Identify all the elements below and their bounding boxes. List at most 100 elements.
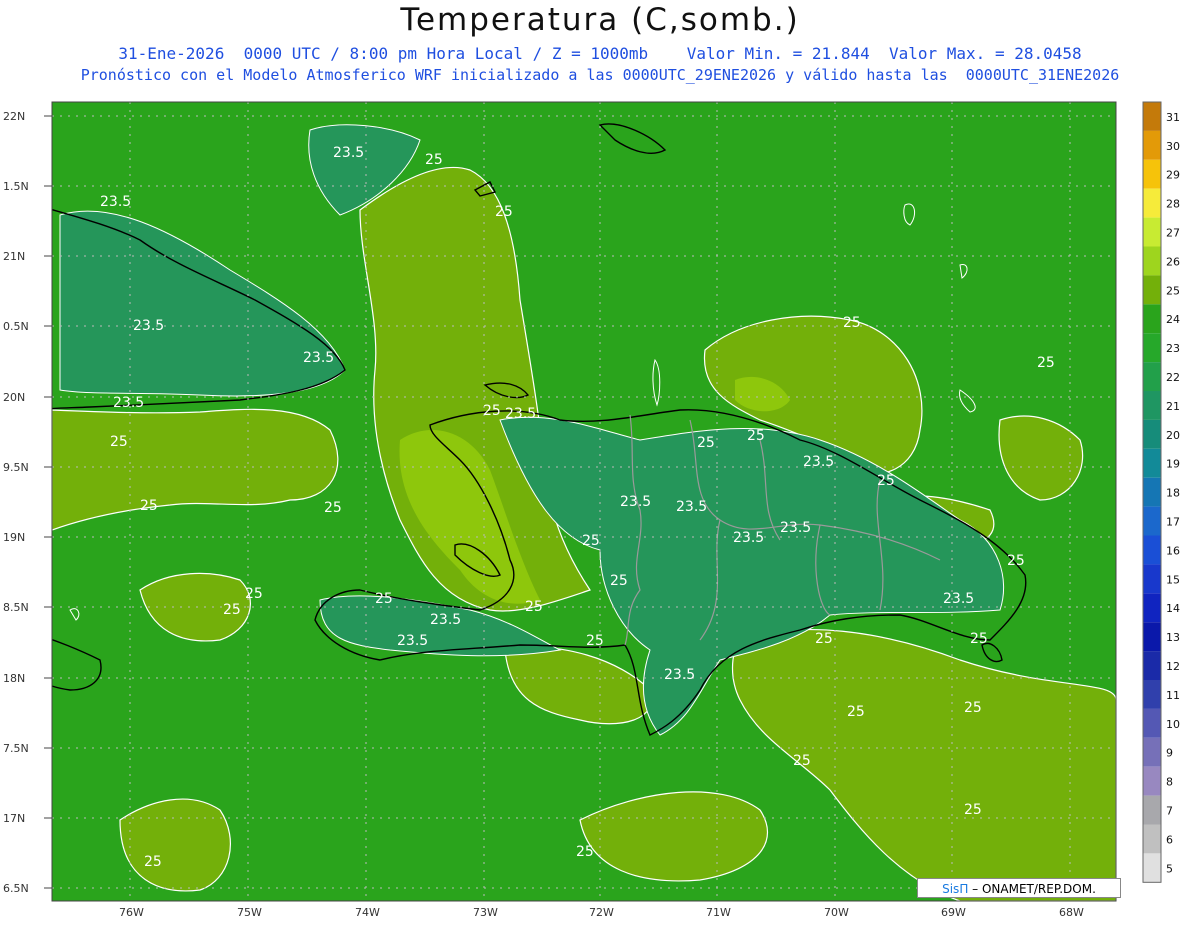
contour-label: 25 — [223, 602, 241, 618]
longitude-axis: 76W 75W 74W 73W 72W 71W 70W 69W 68W — [119, 906, 1084, 919]
colorbar-label: 17 — [1166, 516, 1180, 529]
colorbar-label: 10 — [1166, 718, 1180, 731]
colorbar-swatch — [1143, 766, 1161, 796]
contour-label: 25 — [877, 473, 895, 489]
colorbar-swatch — [1143, 159, 1161, 189]
contour-label: 25 — [483, 403, 501, 419]
colorbar-label: 27 — [1166, 227, 1180, 240]
colorbar-swatch — [1143, 102, 1161, 131]
colorbar-label: 6 — [1166, 833, 1173, 846]
colorbar-swatch — [1143, 477, 1161, 507]
colorbar-swatch — [1143, 188, 1161, 218]
contour-label: 23.5 — [664, 667, 695, 683]
colorbar-label: 9 — [1166, 747, 1173, 760]
lat-label: 17N — [3, 812, 25, 825]
contour-label: 25 — [697, 435, 715, 451]
colorbar-swatch — [1143, 419, 1161, 449]
colorbar-swatch — [1143, 824, 1161, 854]
contour-label: 25 — [425, 152, 443, 168]
colorbar-swatch — [1143, 333, 1161, 363]
colorbar-swatch — [1143, 853, 1161, 883]
contour-label: 23.5 — [803, 454, 834, 470]
contour-label: 25 — [110, 434, 128, 450]
colorbar-label: 22 — [1166, 371, 1180, 384]
colorbar-swatch — [1143, 622, 1161, 652]
contour-label: 23.5 — [505, 406, 536, 422]
lat-label: 9.5N — [3, 461, 29, 474]
colorbar-swatch — [1143, 391, 1161, 420]
contour-label: 25 — [324, 500, 342, 516]
lat-label: 22N — [3, 110, 25, 123]
contour-label: 25 — [586, 633, 604, 649]
colorbar-label: 19 — [1166, 458, 1180, 471]
credit-text: – ONAMET/REP.DOM. — [972, 882, 1096, 896]
colorbar-label: 14 — [1166, 602, 1180, 615]
contour-label: 23.5 — [133, 318, 164, 334]
lat-label: 20N — [3, 391, 25, 404]
colorbar-swatch — [1143, 737, 1161, 767]
colorbar-label: 18 — [1166, 487, 1180, 500]
contour-label: 25 — [793, 753, 811, 769]
lon-label: 68W — [1059, 906, 1084, 919]
colorbar-swatch — [1143, 680, 1161, 709]
colorbar-label: 13 — [1166, 631, 1180, 644]
colorbar-label: 29 — [1166, 169, 1180, 182]
colorbar-label: 15 — [1166, 573, 1180, 586]
colorbar-label: 26 — [1166, 255, 1180, 268]
contour-label: 25 — [964, 802, 982, 818]
contour-label: 25 — [610, 573, 628, 589]
colorbar-label: 23 — [1166, 342, 1180, 355]
colorbar-label: 16 — [1166, 544, 1180, 557]
contour-label: 23.5 — [113, 395, 144, 411]
colorbar-swatch — [1143, 708, 1161, 738]
contour-label: 25 — [964, 700, 982, 716]
lon-label: 69W — [941, 906, 966, 919]
colorbar-swatch — [1143, 246, 1161, 276]
contour-label: 25 — [843, 315, 861, 331]
colorbar-label: 24 — [1166, 313, 1180, 326]
lat-label: 1.5N — [3, 180, 29, 193]
contour-label: 25 — [375, 591, 393, 607]
contour-label: 23.5 — [333, 145, 364, 161]
contour-label: 25 — [495, 204, 513, 220]
contour-label: 23.5 — [943, 591, 974, 607]
colorbar-swatch — [1143, 130, 1161, 160]
colorbar-swatch — [1143, 651, 1161, 680]
contour-label: 23.5 — [733, 530, 764, 546]
lon-label: 76W — [119, 906, 144, 919]
lat-label: 19N — [3, 531, 25, 544]
colorbar-swatch — [1143, 217, 1161, 247]
contour-label: 23.5 — [780, 520, 811, 536]
colorbar-swatch — [1143, 795, 1161, 825]
colorbar-label: 25 — [1166, 284, 1180, 297]
contour-label: 25 — [140, 498, 158, 514]
lon-label: 72W — [589, 906, 614, 919]
colorbar-swatch — [1143, 506, 1161, 536]
lon-label: 70W — [824, 906, 849, 919]
lon-label: 75W — [237, 906, 262, 919]
colorbar-label: 5 — [1166, 862, 1173, 875]
colorbar-label: 20 — [1166, 429, 1180, 442]
temperature-map: 23.5 25 23.5 25 23.5 25 23.5 25 23.5 25 … — [3, 101, 1180, 919]
lat-label: 0.5N — [3, 320, 29, 333]
contour-label: 25 — [144, 854, 162, 870]
colorbar-swatch — [1143, 275, 1161, 305]
contour-label: 25 — [525, 599, 543, 615]
colorbar-label: 28 — [1166, 198, 1180, 211]
colorbar-label: 12 — [1166, 660, 1180, 673]
colorbar-label: 11 — [1166, 689, 1180, 702]
lat-label: 18N — [3, 672, 25, 685]
colorbar-swatch — [1143, 362, 1161, 391]
colorbar-label: 21 — [1166, 400, 1180, 413]
contour-label: 25 — [970, 631, 988, 647]
colorbar-swatch — [1143, 593, 1161, 623]
contour-label: 23.5 — [303, 350, 334, 366]
colorbar-legend: 31 30 29 28 27 26 25 24 23 22 21 20 19 18 17 16 15 14 13 12… — [1142, 101, 1180, 883]
contour-label: 25 — [1037, 355, 1055, 371]
lat-label: 21N — [3, 250, 25, 263]
credit-box: SisΠ – ONAMET/REP.DOM. — [917, 878, 1121, 898]
lon-label: 73W — [473, 906, 498, 919]
lat-label: 8.5N — [3, 601, 29, 614]
contour-label: 25 — [815, 631, 833, 647]
colorbar-label: 8 — [1166, 776, 1173, 789]
